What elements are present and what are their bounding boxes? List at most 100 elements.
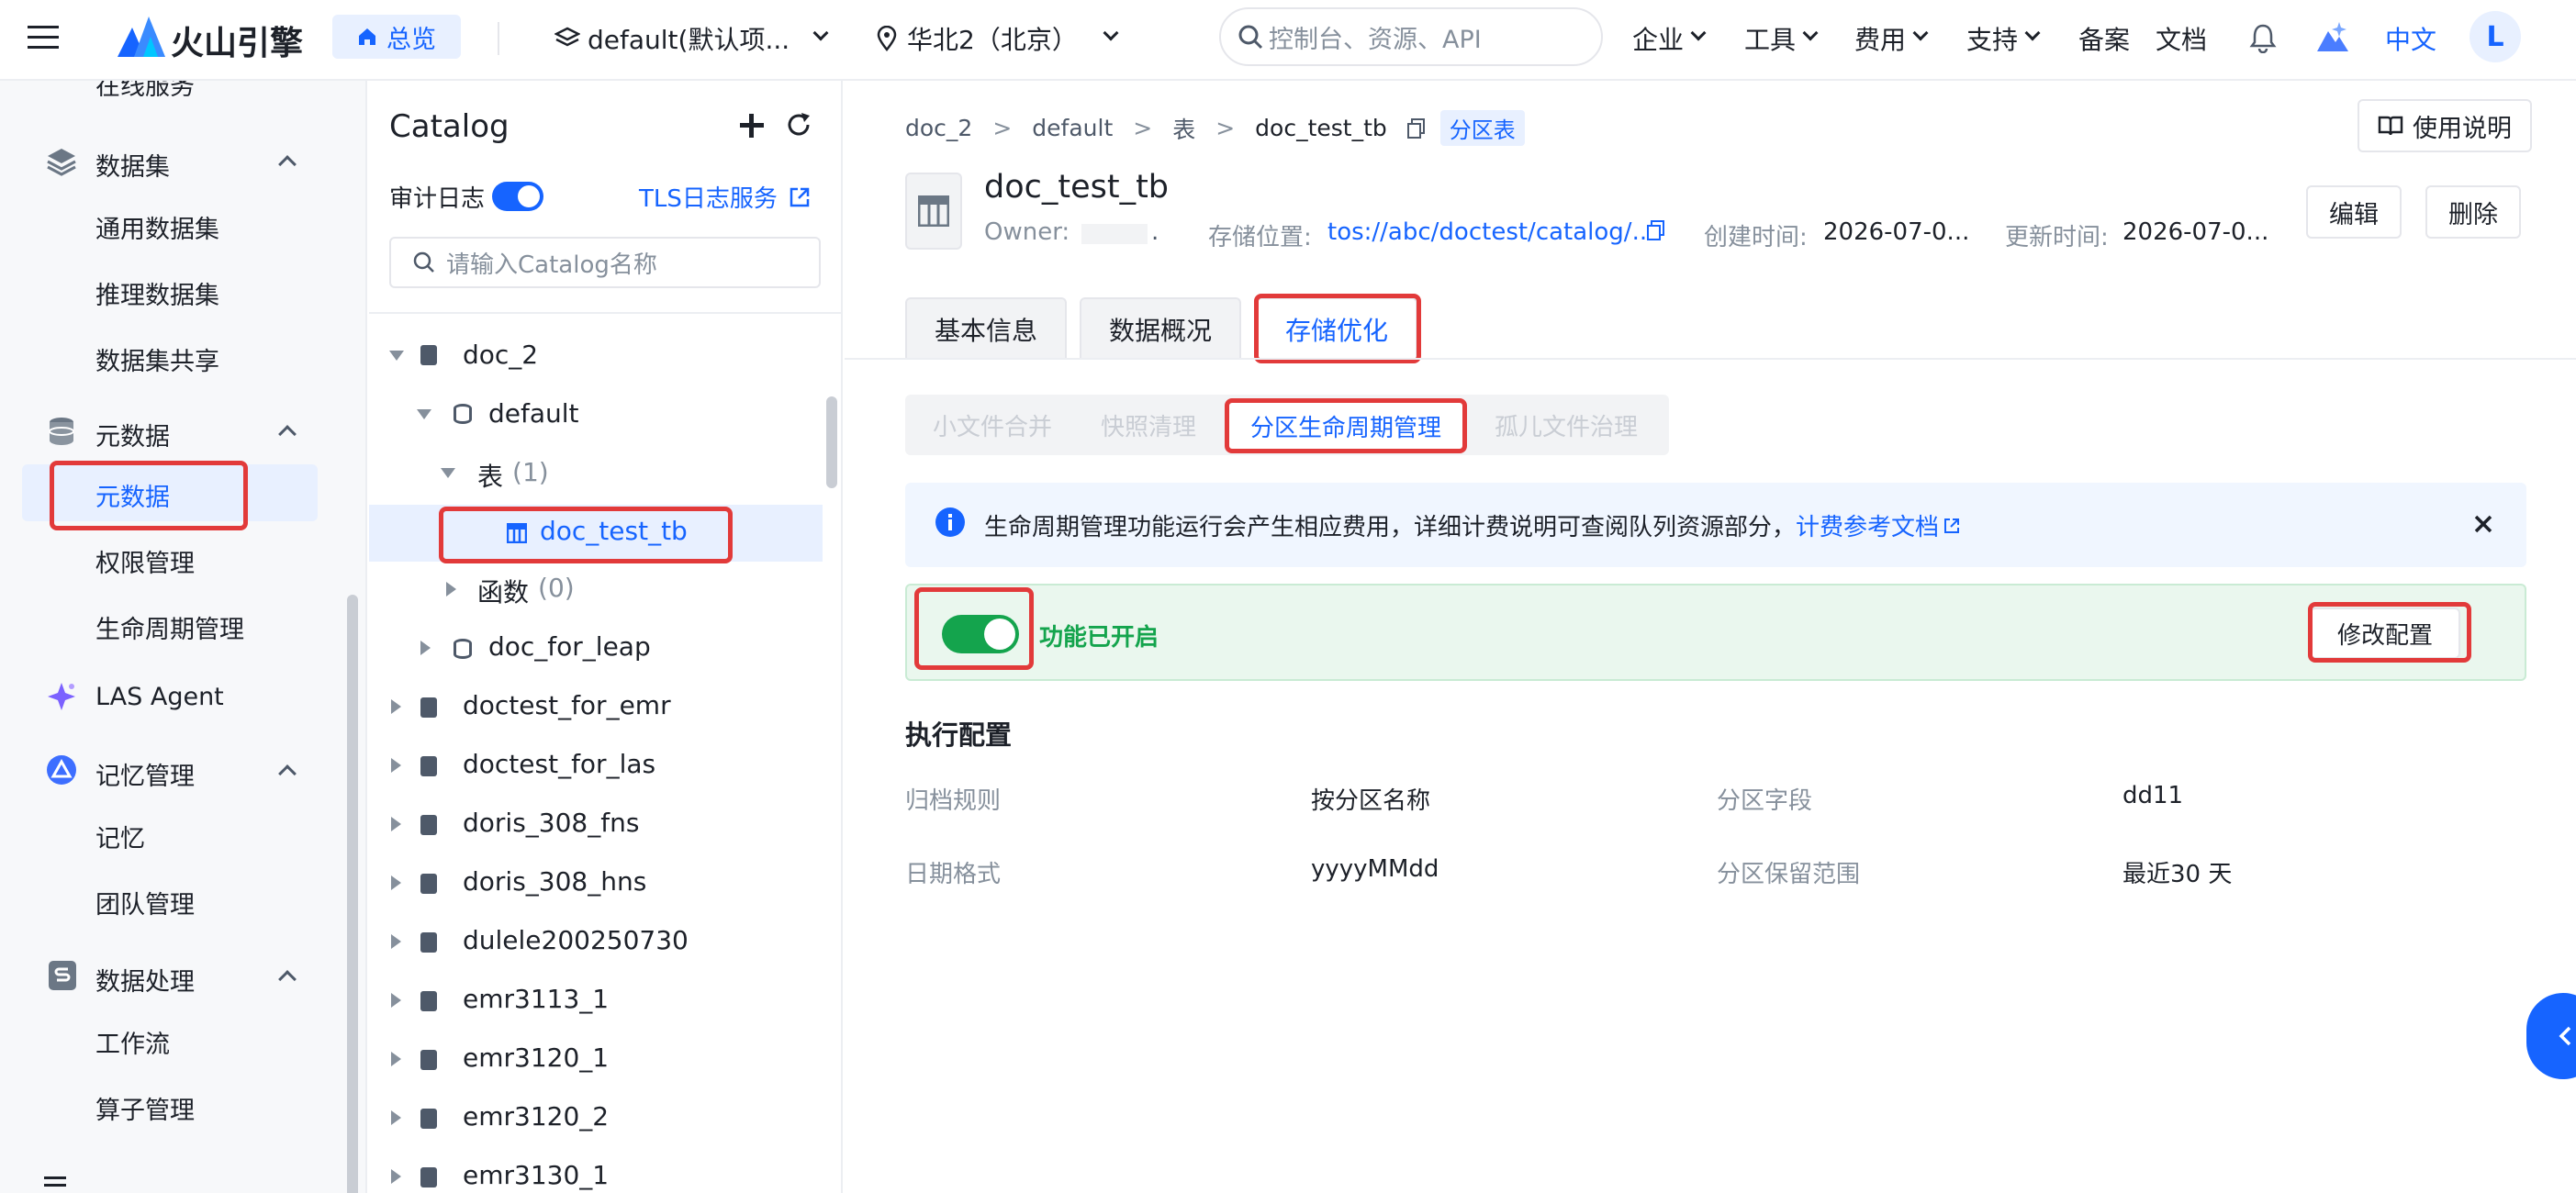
sidebar-scrollbar[interactable] — [347, 595, 358, 1193]
billing-doc-link[interactable]: 计费参考文档 — [1796, 508, 1939, 542]
expand-caret-icon[interactable] — [391, 817, 401, 831]
tree-scrollbar[interactable] — [826, 396, 837, 488]
tree-node-functions[interactable]: 函数 (0) — [477, 573, 575, 609]
global-search-input[interactable]: 控制台、资源、API — [1219, 7, 1603, 66]
sub-tab-small-file-merge[interactable]: 小文件合并 — [905, 395, 1080, 455]
nav-menu-enterprise[interactable]: 企业 — [1632, 20, 1707, 57]
chevron-down-icon — [1690, 25, 1707, 41]
language-switch[interactable]: 中文 — [2385, 20, 2436, 57]
breadcrumb-item[interactable]: doc_2 — [905, 115, 972, 141]
tree-node-catalog[interactable]: doris_308_hns — [463, 866, 646, 897]
project-selector[interactable]: default(默认项... — [554, 20, 829, 57]
tab-data-overview[interactable]: 数据概况 — [1080, 297, 1241, 360]
sidebar-item-general-dataset[interactable]: 通用数据集 — [95, 209, 219, 245]
breadcrumb-separator: > — [1215, 115, 1236, 141]
home-button[interactable]: 总览 — [332, 15, 461, 59]
expand-caret-icon[interactable] — [391, 699, 401, 714]
sidebar-group-dataset[interactable]: 数据集 — [95, 147, 170, 183]
expand-caret-icon[interactable] — [391, 993, 401, 1008]
retention-range-label: 分区保留范围 — [1717, 861, 1861, 888]
chevron-up-icon[interactable] — [278, 970, 297, 988]
audit-log-toggle[interactable] — [492, 182, 543, 211]
collapse-menu-icon[interactable] — [44, 1175, 68, 1193]
mountain-ai-icon[interactable] — [2315, 20, 2350, 55]
storage-location-link[interactable]: tos://abc/doctest/catalog/... — [1327, 218, 1654, 246]
expand-caret-icon[interactable] — [420, 641, 431, 655]
nav-docs-link[interactable]: 文档 — [2156, 20, 2207, 57]
expand-caret-icon[interactable] — [446, 582, 456, 596]
chevron-up-icon[interactable] — [278, 155, 297, 173]
expand-caret-icon[interactable] — [391, 1052, 401, 1066]
expand-caret-icon[interactable] — [441, 468, 455, 478]
tree-node-catalog[interactable]: emr3113_1 — [463, 984, 609, 1014]
tree-node-catalog[interactable]: doris_308_fns — [463, 808, 639, 838]
sidebar-group-memory[interactable]: 记忆管理 — [95, 756, 195, 792]
copy-icon[interactable] — [1406, 117, 1426, 139]
tab-basic-info[interactable]: 基本信息 — [905, 297, 1067, 360]
sidebar-group-metadata[interactable]: 元数据 — [95, 417, 170, 452]
breadcrumb-separator: > — [992, 115, 1013, 141]
expand-caret-icon[interactable] — [391, 875, 401, 890]
tree-node-doc-2[interactable]: doc_2 — [463, 340, 538, 370]
tree-node-catalog[interactable]: emr3120_1 — [463, 1042, 609, 1073]
breadcrumb-item[interactable]: 表 — [1172, 112, 1195, 145]
nav-menu-support[interactable]: 支持 — [1966, 20, 2041, 57]
edit-button[interactable]: 编辑 — [2306, 185, 2402, 239]
tree-node-tables[interactable]: 表 (1) — [477, 457, 549, 494]
sidebar-item-lifecycle[interactable]: 生命周期管理 — [95, 609, 244, 645]
brand-name[interactable]: 火山引擎 — [171, 17, 303, 64]
sidebar-item-dataset-sharing[interactable]: 数据集共享 — [95, 341, 219, 377]
chevron-down-icon — [1103, 25, 1119, 41]
sidebar-item-inference-dataset[interactable]: 推理数据集 — [95, 275, 219, 311]
tree-node-doc-for-leap[interactable]: doc_for_leap — [488, 631, 651, 662]
nav-beian-link[interactable]: 备案 — [2078, 20, 2130, 57]
tree-node-catalog[interactable]: dulele200250730 — [463, 925, 689, 955]
breadcrumb-item[interactable]: default — [1032, 115, 1113, 141]
tls-log-service-link[interactable]: TLS日志服务 — [639, 180, 811, 214]
external-link-icon[interactable] — [1943, 517, 1961, 535]
nav-menu-billing[interactable]: 费用 — [1854, 20, 1929, 57]
user-avatar[interactable]: L — [2470, 11, 2521, 62]
usage-guide-button[interactable]: 使用说明 — [2358, 99, 2532, 152]
copy-icon[interactable] — [1647, 220, 1665, 240]
sidebar-item-online-service[interactable]: 在线服务 — [95, 81, 195, 102]
sidebar-item-workflow[interactable]: 工作流 — [95, 1024, 170, 1060]
tree-node-catalog[interactable]: doctest_for_emr — [463, 690, 671, 720]
sidebar-item-team[interactable]: 团队管理 — [95, 885, 195, 920]
expand-caret-icon[interactable] — [389, 351, 404, 361]
region-selector[interactable]: 华北2（北京） — [876, 20, 1119, 57]
chevron-up-icon[interactable] — [278, 425, 297, 443]
tree-node-catalog[interactable]: emr3130_1 — [463, 1160, 609, 1190]
sidebar-item-memory[interactable]: 记忆 — [95, 819, 145, 854]
chevron-down-icon — [1802, 25, 1819, 41]
delete-button[interactable]: 删除 — [2425, 185, 2521, 239]
sidebar-item-las-agent[interactable]: LAS Agent — [95, 683, 224, 711]
toggle-knob — [518, 185, 540, 207]
tree-node-catalog[interactable]: doctest_for_las — [463, 749, 655, 779]
bell-icon[interactable] — [2249, 22, 2277, 53]
expand-caret-icon[interactable] — [417, 409, 431, 419]
avatar-initial: L — [2486, 20, 2504, 53]
chevron-up-icon[interactable] — [278, 764, 297, 783]
sub-tab-snapshot-cleanup[interactable]: 快照清理 — [1080, 395, 1217, 455]
tree-node-catalog[interactable]: emr3120_2 — [463, 1101, 609, 1132]
expand-caret-icon[interactable] — [391, 758, 401, 773]
tree-node-default[interactable]: default — [488, 398, 579, 429]
add-icon[interactable] — [740, 114, 764, 138]
expand-caret-icon[interactable] — [391, 1169, 401, 1184]
expand-caret-icon[interactable] — [391, 1110, 401, 1125]
close-icon[interactable] — [2473, 514, 2493, 534]
sidebar-item-permission[interactable]: 权限管理 — [95, 543, 195, 579]
sidebar-group-data-processing[interactable]: 数据处理 — [95, 962, 195, 998]
nav-menu-label: 企业 — [1632, 25, 1685, 55]
side-panel-toggle-button[interactable] — [2526, 993, 2576, 1079]
sidebar-item-operators[interactable]: 算子管理 — [95, 1090, 195, 1126]
hamburger-menu-icon[interactable] — [28, 24, 61, 51]
partition-field-label: 分区字段 — [1717, 787, 1813, 815]
refresh-icon[interactable] — [786, 112, 812, 138]
nav-menu-tools[interactable]: 工具 — [1744, 20, 1819, 57]
table-type-icon-box — [905, 173, 962, 250]
catalog-search-input[interactable]: 请输入Catalog名称 — [389, 237, 821, 288]
sub-tab-orphan-files[interactable]: 孤儿文件治理 — [1474, 395, 1658, 455]
expand-caret-icon[interactable] — [391, 934, 401, 949]
